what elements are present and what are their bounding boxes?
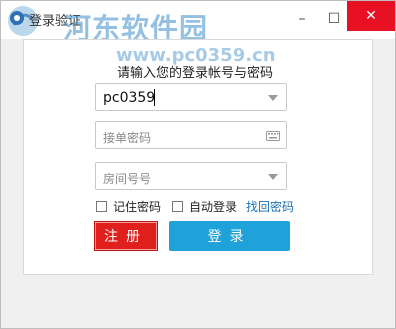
account-dropdown-icon[interactable] xyxy=(268,95,278,101)
room-placeholder: 房间号号 xyxy=(103,172,152,186)
login-button[interactable]: 登录 xyxy=(169,221,290,251)
login-window: 登录验证 河东软件园 – ☐ ✕ www.pc0359.cn 请输入您的登录帐号… xyxy=(0,0,396,329)
keyboard-icon[interactable] xyxy=(266,130,280,142)
remember-password-checkbox[interactable] xyxy=(96,200,107,212)
find-password-link[interactable]: 找回密码 xyxy=(246,198,294,215)
password-placeholder: 接单密码 xyxy=(103,131,152,145)
minimize-button[interactable]: – xyxy=(287,7,317,31)
auto-login-option[interactable]: 自动登录 xyxy=(172,198,237,214)
auto-login-checkbox[interactable] xyxy=(172,200,183,212)
register-button[interactable]: 注册 xyxy=(94,221,158,251)
room-field[interactable]: 房间号号 xyxy=(95,162,287,190)
login-prompt: 请输入您的登录帐号与密码 xyxy=(117,66,274,81)
auto-login-label: 自动登录 xyxy=(189,199,238,214)
app-icon xyxy=(10,11,24,25)
close-button[interactable]: ✕ xyxy=(347,1,395,31)
remember-password-label: 记住密码 xyxy=(113,199,162,214)
title-bar[interactable]: 登录验证 河东软件园 – ☐ ✕ xyxy=(1,1,395,45)
account-field[interactable]: pc0359 xyxy=(95,83,287,111)
account-value: pc0359 xyxy=(103,90,156,106)
room-dropdown-icon[interactable] xyxy=(268,174,278,180)
remember-password-option[interactable]: 记住密码 xyxy=(96,198,161,214)
maximize-button[interactable]: ☐ xyxy=(319,7,349,31)
password-field[interactable]: 接单密码 xyxy=(95,121,287,149)
text-caret xyxy=(154,89,155,106)
